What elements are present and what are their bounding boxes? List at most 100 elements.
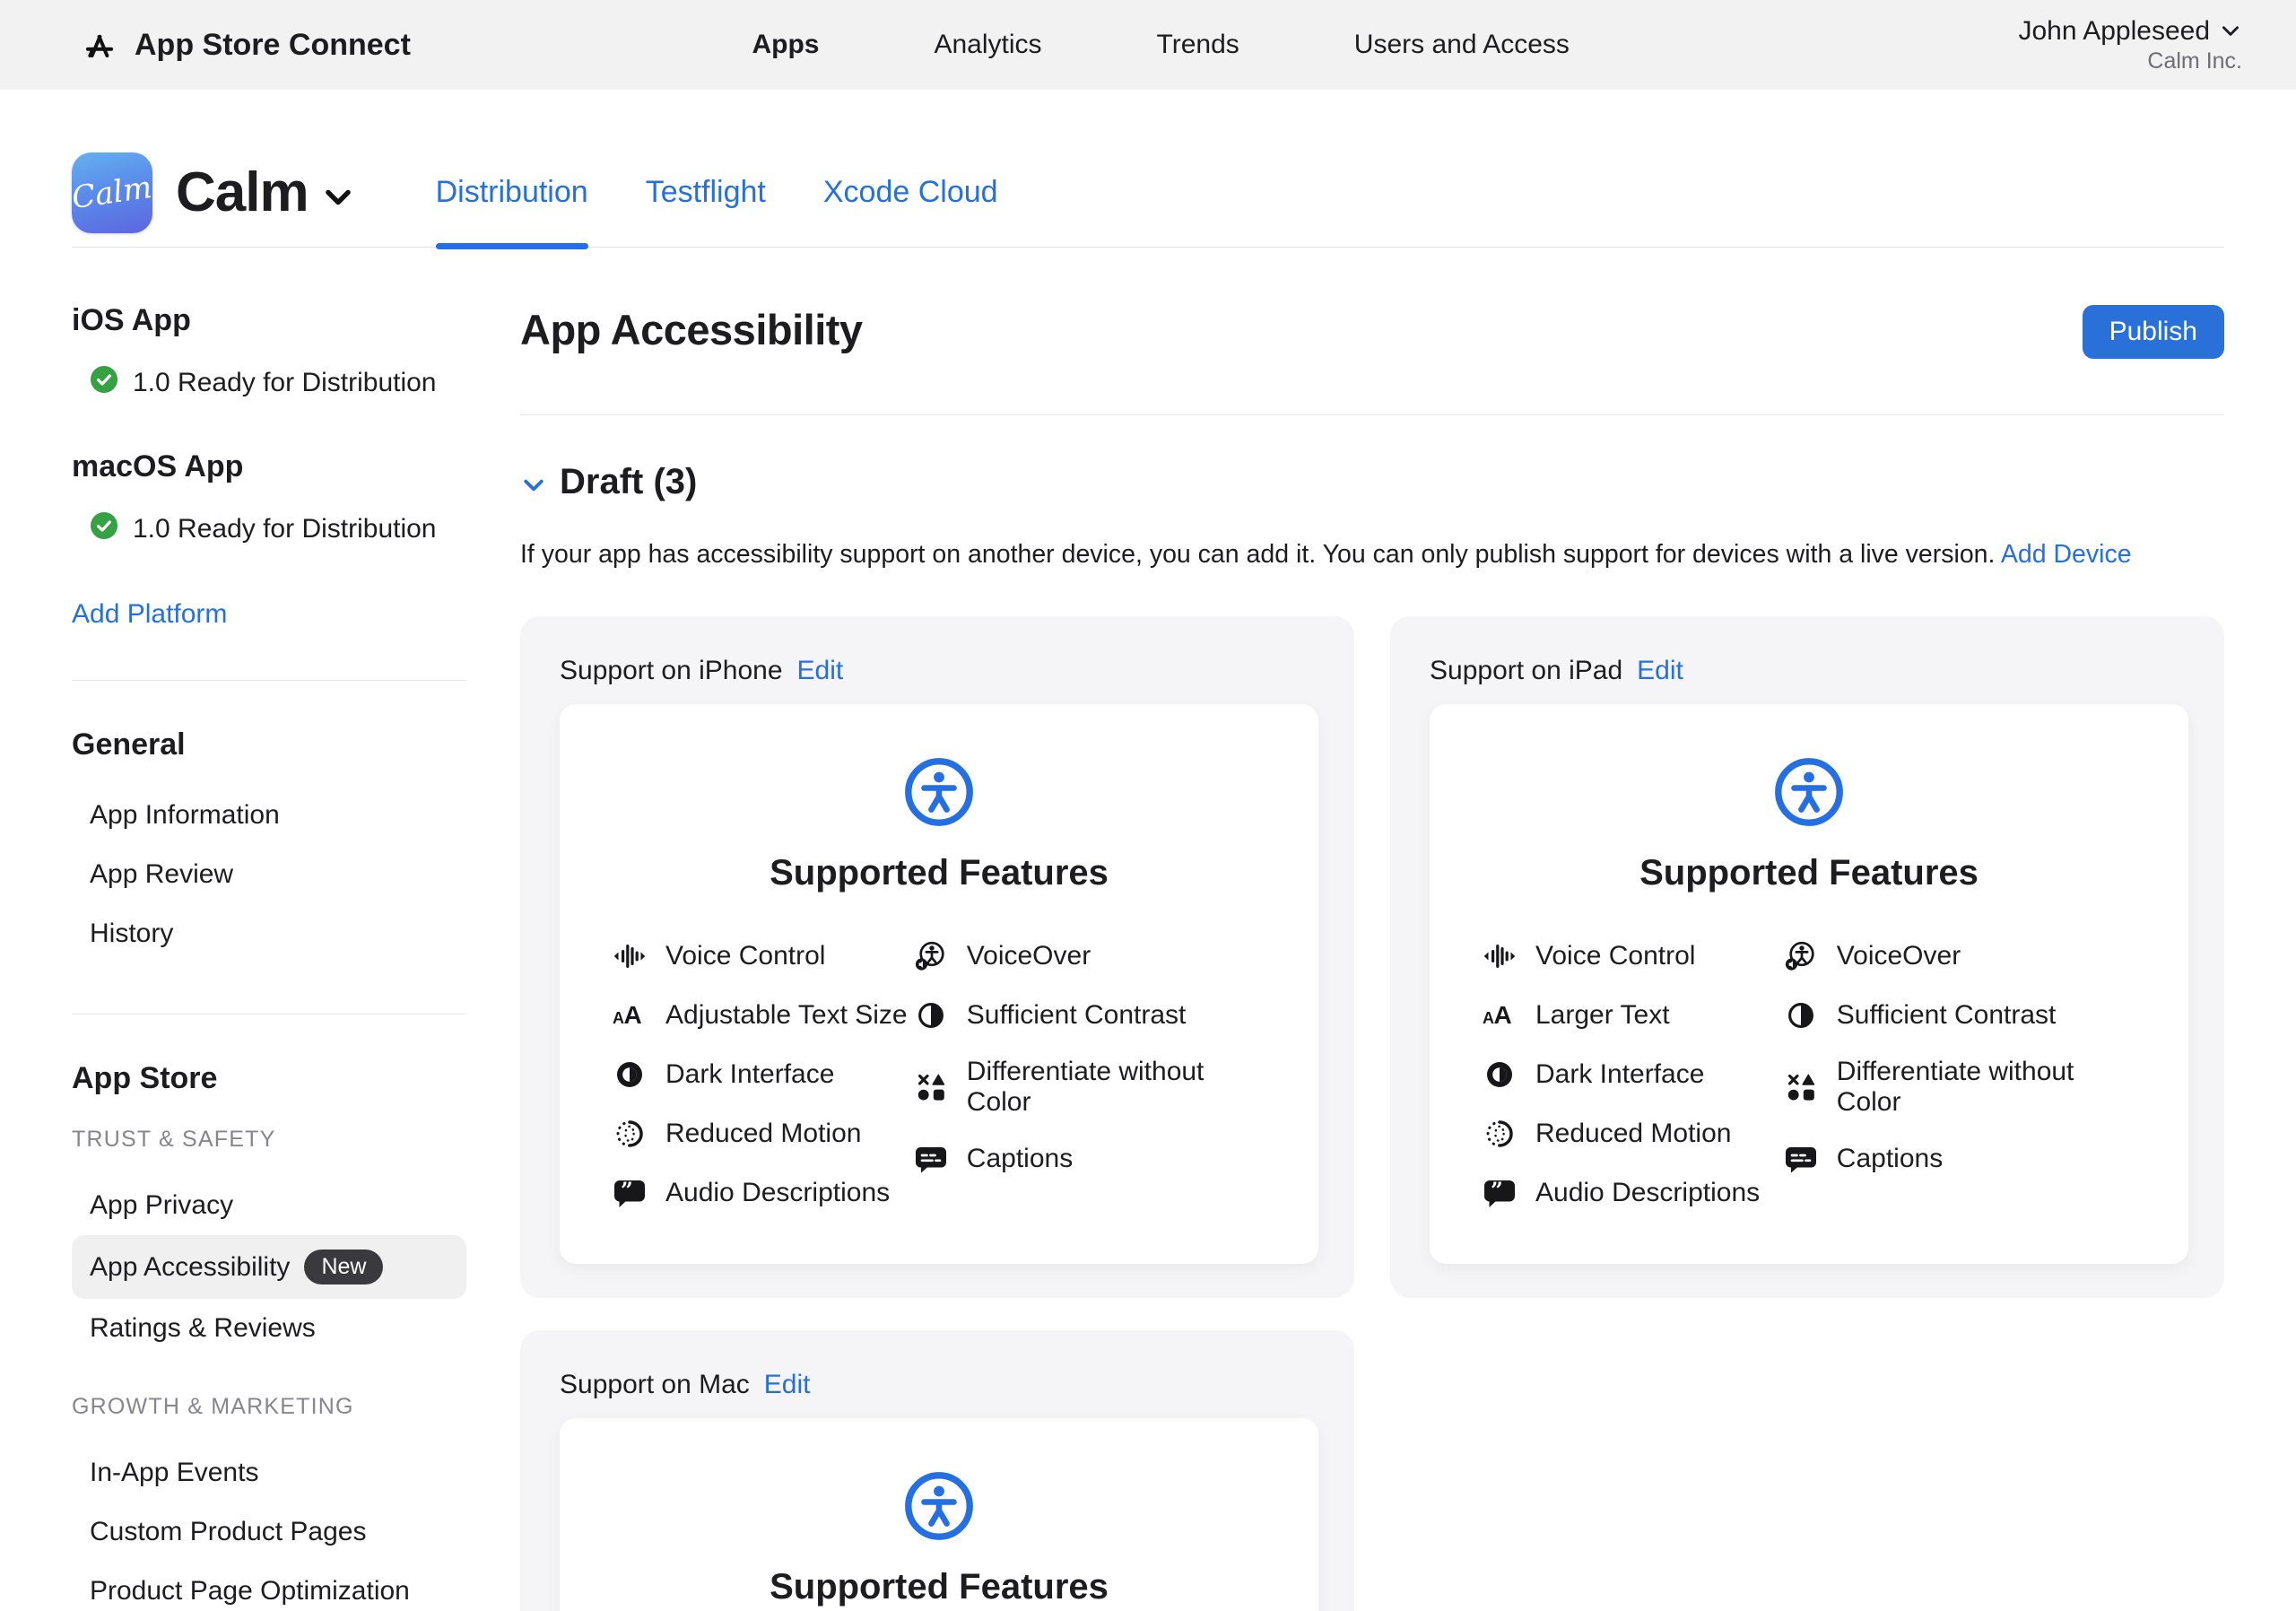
feature-row: Captions [1783, 1141, 2136, 1177]
tab-distribution[interactable]: Distribution [436, 138, 588, 247]
general-section-title: General [72, 727, 466, 762]
feature-row: Reduced Motion [1482, 1116, 1783, 1152]
reduced-motion-icon [612, 1116, 648, 1152]
platform-name: iOS App [72, 303, 466, 338]
feature-label: Larger Text [1535, 1000, 1670, 1031]
add-device-link[interactable]: Add Device [2001, 540, 2132, 569]
features-right: VoiceOverSufficient ContrastDifferentiat… [913, 938, 1266, 1211]
captions-icon [913, 1141, 949, 1177]
features-left: Voice Control AA Larger Text Dark Interface… [1482, 938, 1783, 1211]
sidebar-item-custom-product-pages[interactable]: Custom Product Pages [72, 1502, 466, 1562]
svg-text:A: A [624, 1001, 642, 1029]
sidebar-item-app-privacy[interactable]: App Privacy [72, 1176, 466, 1235]
accessibility-icon [901, 1468, 977, 1544]
feature-row: VoiceOver [1783, 938, 2136, 974]
sidebar-divider [72, 680, 466, 681]
audio-descriptions-icon: ” [1482, 1175, 1518, 1211]
new-badge: New [304, 1250, 383, 1284]
svg-text:A: A [613, 1009, 624, 1027]
feature-row: AA Larger Text [1482, 997, 1783, 1033]
sidebar-item-app-accessibility[interactable]: App AccessibilityNew [72, 1235, 466, 1299]
feature-label: Reduced Motion [1535, 1119, 1731, 1149]
feature-row: Sufficient Contrast [913, 997, 1266, 1033]
feature-row: ”Audio Descriptions [1482, 1175, 1783, 1211]
nav-apps[interactable]: Apps [752, 30, 819, 60]
card-header: Support on iPadEdit [1430, 656, 2188, 686]
accessibility-icon [901, 754, 977, 830]
sidebar-item-label: Product Page Optimization [90, 1576, 410, 1607]
feature-label: Voice Control [1535, 941, 1695, 971]
platforms-section: iOS App1.0 Ready for DistributionmacOS A… [72, 303, 466, 547]
sidebar: iOS App1.0 Ready for DistributionmacOS A… [72, 248, 466, 1611]
platform-name: macOS App [72, 449, 466, 484]
user-name: John Appleseed [2018, 14, 2210, 48]
feature-label: Dark Interface [665, 1059, 834, 1090]
contrast-icon [913, 997, 949, 1033]
edit-link[interactable]: Edit [764, 1370, 811, 1400]
tab-testflight[interactable]: Testflight [646, 138, 766, 247]
feature-row: Differentiate without Color [1783, 1057, 2136, 1118]
feature-label: Sufficient Contrast [1837, 1000, 2057, 1031]
draft-section-toggle[interactable]: Draft (3) [520, 462, 2224, 502]
user-org: Calm Inc. [2018, 48, 2242, 75]
app-tabs: Distribution Testflight Xcode Cloud [436, 138, 998, 247]
svg-text:A: A [1494, 1001, 1512, 1029]
app-name: Calm [176, 161, 309, 224]
feature-label: Audio Descriptions [665, 1178, 890, 1208]
voice-control-icon [612, 938, 648, 974]
voiceover-icon [1783, 938, 1819, 974]
supported-features-heading: Supported Features [1639, 853, 1979, 893]
nav-users-and-access[interactable]: Users and Access [1354, 30, 1570, 60]
edit-link[interactable]: Edit [797, 656, 844, 686]
platform-status: 1.0 Ready for Distribution [90, 511, 466, 547]
sidebar-item-product-page-optimization[interactable]: Product Page Optimization [72, 1562, 466, 1611]
feature-label: Differentiate without Color [967, 1057, 1266, 1118]
card-header: Support on MacEdit [560, 1370, 1318, 1400]
card-body: Supported Features [560, 1418, 1318, 1611]
features-left: Voice Control AAAdjustable Text Size Dark … [612, 938, 913, 1211]
feature-row: Reduced Motion [612, 1116, 913, 1152]
sidebar-item-app-information[interactable]: App Information [72, 786, 466, 845]
card-device-label: Support on iPhone [560, 656, 783, 686]
card-body: Supported FeaturesVoice ControlAAAdjusta… [560, 704, 1318, 1264]
nav-trends[interactable]: Trends [1157, 30, 1239, 60]
platform-ios-app: iOS App 1.0 Ready for Distribution [72, 303, 466, 401]
tab-xcode-cloud[interactable]: Xcode Cloud [823, 138, 998, 247]
edit-link[interactable]: Edit [1637, 656, 1683, 686]
app-store-connect-page: App Store Connect AppsAnalyticsTrendsUse… [0, 0, 2296, 1611]
voice-control-icon [1482, 938, 1518, 974]
captions-icon [1783, 1141, 1819, 1177]
main-divider [520, 414, 2224, 415]
add-platform-link[interactable]: Add Platform [72, 599, 227, 630]
calm-app-icon-script: Calm [70, 169, 154, 215]
sidebar-item-label: Ratings & Reviews [90, 1313, 316, 1344]
feature-row: Voice Control [612, 938, 913, 974]
card-header: Support on iPhone Edit [560, 656, 1318, 686]
sidebar-item-app-review[interactable]: App Review [72, 845, 466, 904]
main-panel: App Accessibility Publish Draft (3) If y… [520, 248, 2224, 1611]
feature-label: Dark Interface [1535, 1059, 1704, 1090]
publish-button[interactable]: Publish [2083, 305, 2224, 359]
feature-row: Sufficient Contrast [1783, 997, 2136, 1033]
feature-label: Captions [1837, 1144, 1943, 1174]
dark-interface-icon [612, 1057, 648, 1093]
primary-nav: Apps Analytics Trends Users and Access [752, 30, 1569, 60]
app-switcher[interactable]: Calm [176, 161, 355, 224]
features-grid: Voice Control AA Larger Text Dark Interface… [1476, 938, 2142, 1211]
platform-status-text: 1.0 Ready for Distribution [133, 368, 437, 398]
feature-row: Captions [913, 1141, 1266, 1177]
platform-macos-app: macOS App 1.0 Ready for Distribution [72, 449, 466, 547]
sidebar-item-history[interactable]: History [72, 904, 466, 963]
sidebar-item-ratings-reviews[interactable]: Ratings & Reviews [72, 1299, 466, 1358]
user-name-button[interactable]: John Appleseed [2018, 14, 2242, 48]
nav-analytics[interactable]: Analytics [934, 30, 1041, 60]
draft-description: If your app has accessibility support on… [520, 540, 2224, 570]
text-size-icon: AA [1482, 997, 1518, 1033]
calm-app-icon: Calm [72, 152, 152, 233]
sidebar-item-in-app-events[interactable]: In-App Events [72, 1443, 466, 1502]
user-menu: John Appleseed Calm Inc. [2018, 14, 2242, 76]
reduced-motion-icon [1482, 1116, 1518, 1152]
platform-status: 1.0 Ready for Distribution [90, 365, 466, 401]
feature-row: AAAdjustable Text Size [612, 997, 913, 1033]
body-grid: iOS App1.0 Ready for DistributionmacOS A… [72, 248, 2224, 1611]
